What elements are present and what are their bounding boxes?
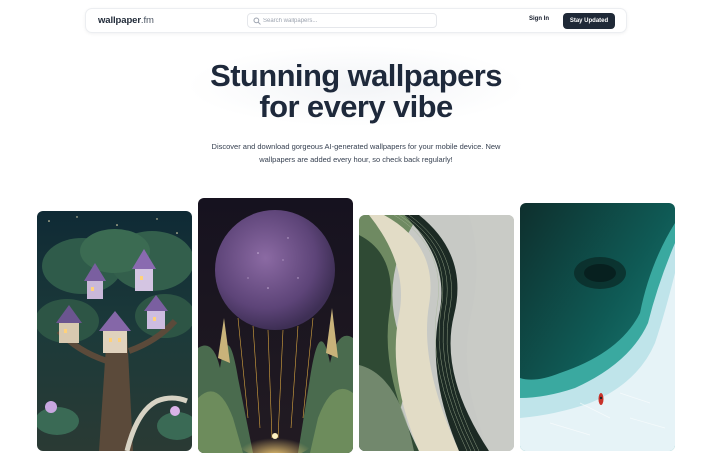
wallpaper-image — [359, 215, 514, 451]
hero-title-line-2: for every vibe — [259, 89, 453, 124]
hero-title: Stunning wallpapers for every vibe — [106, 60, 606, 122]
wallpaper-card-abstract-waves[interactable] — [359, 215, 514, 451]
logo-name: wallpaper — [98, 15, 141, 26]
stay-updated-button[interactable]: Stay Updated — [563, 13, 615, 29]
top-nav-bar: wallpaper.fm Sign In Stay Updated — [85, 8, 627, 33]
hero-subtitle: Discover and download gorgeous AI-genera… — [211, 142, 501, 164]
wallpaper-image — [520, 203, 675, 451]
search-icon — [253, 17, 261, 25]
sign-in-link[interactable]: Sign In — [529, 16, 549, 22]
search-box[interactable] — [247, 13, 437, 28]
logo-tld: .fm — [140, 15, 154, 26]
wallpaper-card-aerial-ocean[interactable] — [520, 203, 675, 451]
search-input[interactable] — [263, 14, 433, 27]
logo[interactable]: wallpaper.fm — [98, 15, 154, 26]
hero-title-line-1: Stunning wallpapers — [210, 58, 502, 93]
wallpaper-image — [37, 211, 192, 451]
wallpaper-card-treehouse[interactable] — [37, 211, 192, 451]
wallpaper-image — [198, 198, 353, 453]
wallpaper-card-planet[interactable] — [198, 198, 353, 453]
